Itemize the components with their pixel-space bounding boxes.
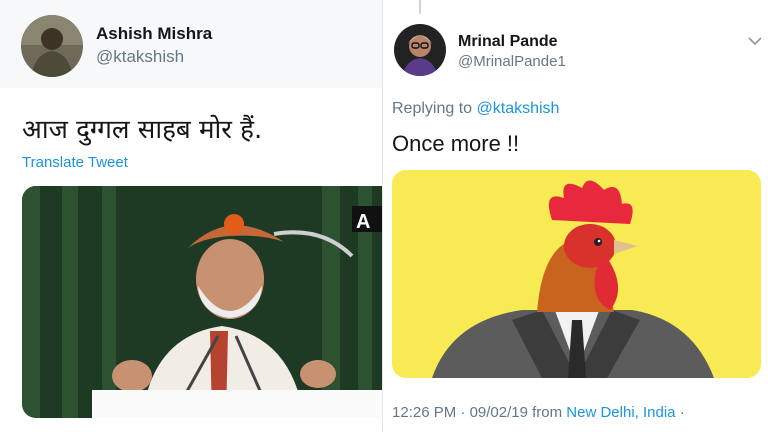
speech-photo: A bbox=[22, 186, 382, 418]
translate-tweet-link[interactable]: Translate Tweet bbox=[22, 154, 128, 171]
left-author-handle[interactable]: @ktakshish bbox=[96, 47, 184, 67]
tweet-meta: 12:26 PM · 09/02/19 from New Delhi, Indi… bbox=[392, 404, 685, 421]
trailing-dot: · bbox=[679, 404, 685, 421]
tweet-time[interactable]: 12:26 PM bbox=[392, 404, 456, 421]
ashish-avatar[interactable] bbox=[21, 15, 83, 77]
left-tweet: Ashish Mishra @ktakshish आज दुग्गल साहब … bbox=[0, 0, 382, 432]
replying-prefix: Replying to bbox=[392, 100, 473, 117]
right-tweet-text: Once more !! bbox=[392, 131, 520, 156]
replying-to: Replying to @ktakshish bbox=[392, 100, 559, 118]
left-tweet-media[interactable]: A bbox=[22, 186, 382, 418]
left-tweet-text: आज दुग्गल साहब मोर हैं. bbox=[22, 115, 263, 145]
reply-thread-line bbox=[419, 0, 421, 14]
panel-divider bbox=[382, 0, 386, 432]
rooster-suit-image bbox=[392, 170, 761, 378]
right-author-handle[interactable]: @MrinalPande1 bbox=[458, 53, 566, 70]
media-watermark: A bbox=[356, 211, 370, 233]
right-tweet-media[interactable] bbox=[392, 170, 761, 378]
right-author-name[interactable]: Mrinal Pande bbox=[458, 33, 558, 51]
from-label: from bbox=[532, 404, 563, 421]
mrinal-avatar[interactable] bbox=[394, 24, 446, 76]
location-link[interactable]: New Delhi, India bbox=[566, 404, 675, 421]
chevron-down-icon[interactable] bbox=[748, 36, 762, 46]
left-author-name[interactable]: Ashish Mishra bbox=[96, 24, 212, 44]
meta-separator: · bbox=[460, 404, 466, 421]
tweet-date[interactable]: 09/02/19 bbox=[470, 404, 528, 421]
replying-mention-link[interactable]: @ktakshish bbox=[477, 100, 560, 117]
